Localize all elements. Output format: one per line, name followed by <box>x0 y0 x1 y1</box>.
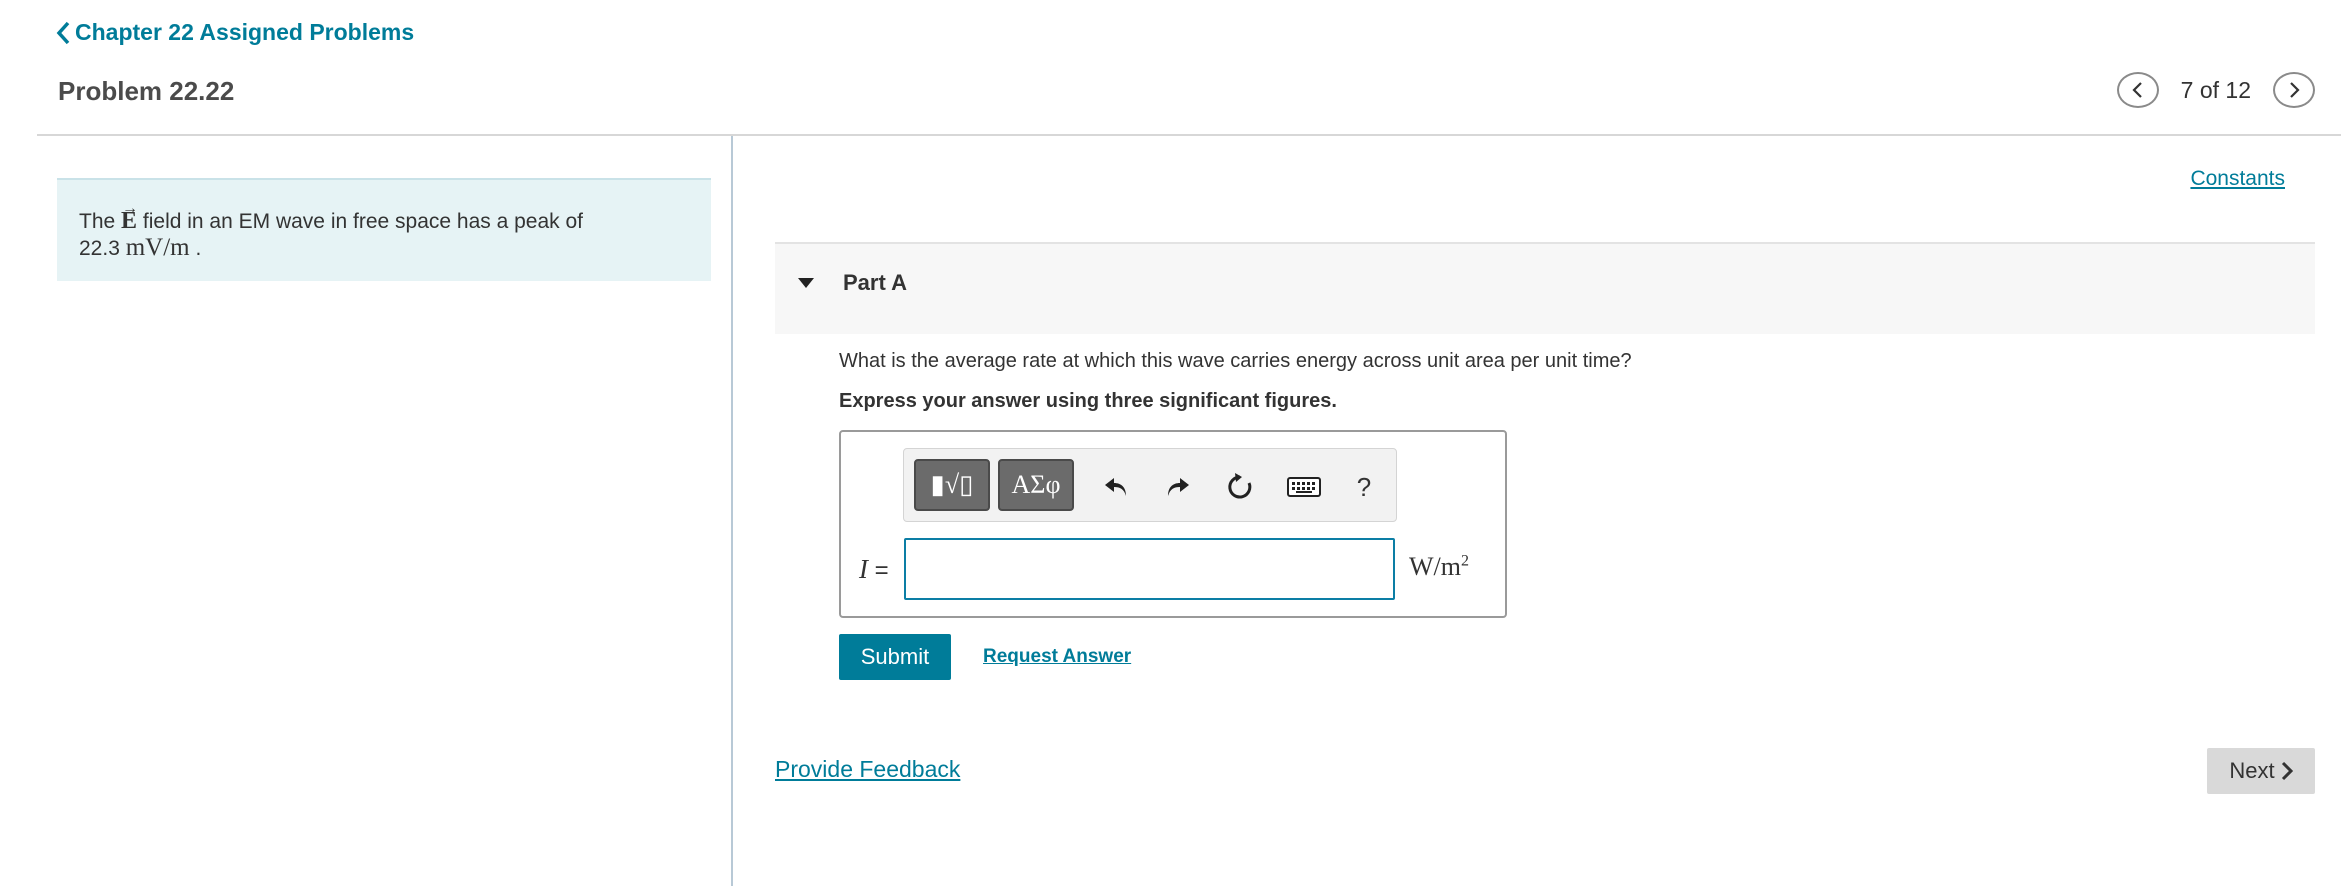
reset-button[interactable] <box>1224 471 1256 503</box>
intro-end: . <box>195 237 202 260</box>
problem-intro: The → E field in an EM wave in free space… <box>57 178 711 281</box>
request-answer-link[interactable]: Request Answer <box>983 646 1131 668</box>
problem-title: Problem 22.22 <box>58 76 235 106</box>
part-a-header[interactable]: Part A <box>775 242 2315 334</box>
help-button[interactable]: ? <box>1348 471 1380 503</box>
answer-units: W/m2 <box>1409 552 1469 582</box>
e-field-vector: → E <box>121 200 138 234</box>
keyboard-icon <box>1287 477 1321 497</box>
instruction-text: Express your answer using three signific… <box>839 390 1337 412</box>
previous-problem-button[interactable] <box>2116 72 2159 108</box>
next-button[interactable]: Next <box>2207 748 2315 794</box>
chevron-left-icon <box>56 21 70 44</box>
next-problem-button[interactable] <box>2273 72 2315 108</box>
constants-link[interactable]: Constants <box>2190 167 2285 191</box>
provide-feedback-link[interactable]: Provide Feedback <box>775 756 960 783</box>
chevron-right-icon <box>2290 82 2300 98</box>
column-divider <box>731 136 733 886</box>
intro-value: 22.3 <box>79 237 120 260</box>
unit-exponent: 2 <box>1461 552 1469 570</box>
undo-icon <box>1105 478 1126 496</box>
keyboard-button[interactable] <box>1284 471 1324 503</box>
caret-down-icon[interactable] <box>797 276 815 290</box>
chevron-right-icon <box>2281 761 2293 781</box>
header-divider <box>37 134 2341 136</box>
next-label: Next <box>2229 758 2275 783</box>
reset-icon <box>1228 473 1252 499</box>
back-link-label: Chapter 22 Assigned Problems <box>75 19 415 45</box>
equals-sign: = <box>874 557 889 584</box>
redo-button[interactable] <box>1162 471 1194 503</box>
intro-text-before: The <box>79 210 116 233</box>
variable-symbol: I <box>859 554 868 584</box>
math-toolbar: ▮√▯ ΑΣφ ? <box>903 448 1397 522</box>
intro-unit: mV/m <box>125 234 190 261</box>
unit-base: W/m <box>1409 552 1461 581</box>
part-label: Part A <box>843 270 907 295</box>
back-to-chapter-link[interactable]: Chapter 22 Assigned Problems <box>56 19 414 46</box>
answer-input[interactable] <box>904 538 1395 600</box>
chevron-left-icon <box>2132 82 2142 98</box>
vector-arrow-icon: → <box>122 200 139 217</box>
templates-button[interactable]: ▮√▯ <box>914 459 990 511</box>
pager-count: 7 of 12 <box>2180 76 2251 103</box>
problem-pager: 7 of 12 <box>2116 72 2315 108</box>
greek-symbols-button[interactable]: ΑΣφ <box>998 459 1074 511</box>
undo-button[interactable] <box>1100 471 1132 503</box>
question-text: What is the average rate at which this w… <box>839 350 1632 372</box>
redo-icon <box>1168 478 1189 496</box>
answer-variable-label: I = <box>859 554 889 585</box>
intro-text-after: field in an EM wave in free space has a … <box>142 210 583 233</box>
answer-panel: ▮√▯ ΑΣφ ? I = W/m2 <box>839 430 1507 618</box>
submit-button[interactable]: Submit <box>839 634 951 680</box>
